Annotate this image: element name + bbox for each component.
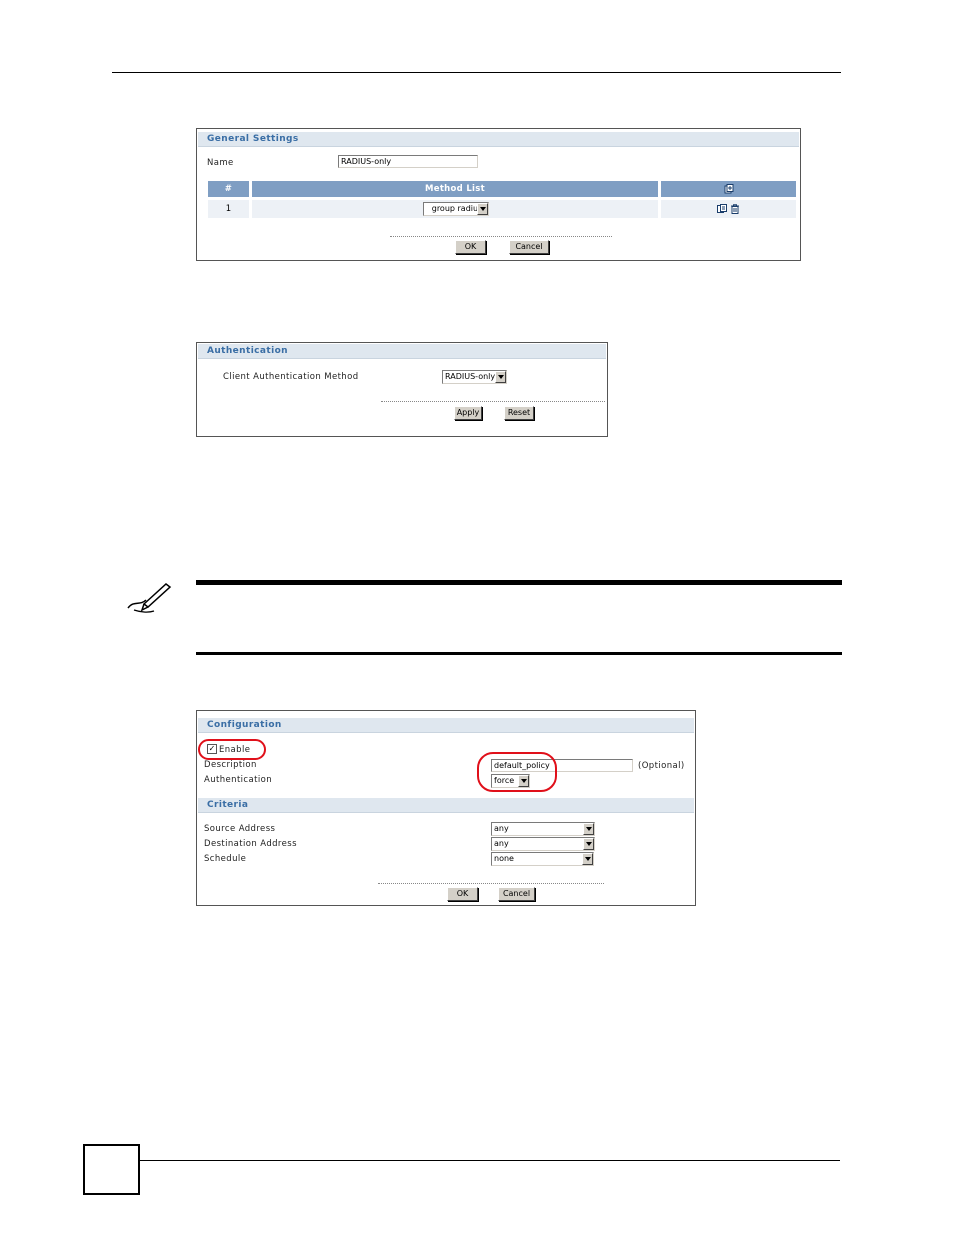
configuration-panel: Configuration ✓ Enable Description defau… [196,710,696,906]
general-settings-panel: General Settings Name RADIUS-only # Meth… [196,128,801,261]
method-select[interactable]: group radius [423,202,489,216]
apply-button[interactable]: Apply [454,406,482,420]
panel-title: Configuration [198,718,694,733]
ok-button[interactable]: OK [455,240,486,254]
authentication-label: Authentication [204,775,272,785]
cancel-button[interactable]: Cancel [509,240,549,254]
client-authentication-method-label: Client Authentication Method [223,372,359,382]
description-authentication-highlight [477,752,557,792]
reset-button[interactable]: Reset [504,406,534,420]
separator [390,236,612,237]
source-address-select[interactable]: any [491,822,595,836]
chevron-down-icon [582,853,593,865]
chevron-down-icon [583,823,594,835]
destination-address-value: any [494,839,509,848]
panel-title: Authentication [198,344,606,359]
schedule-value: none [494,854,514,863]
pen-note-icon [127,583,172,613]
method-select-value: group radius [431,204,483,213]
separator [378,883,604,884]
edit-icon[interactable] [717,203,728,214]
row-method-cell: group radius [252,200,658,218]
column-header-actions [661,181,796,197]
footer-rule [140,1160,840,1161]
destination-address-select[interactable]: any [491,837,595,851]
chevron-down-icon [477,203,488,215]
optional-label: (Optional) [638,761,685,771]
enable-highlight [198,739,266,760]
row-index: 1 [208,200,249,218]
name-field[interactable]: RADIUS-only [338,155,478,168]
client-authentication-method-value: RADIUS-only [445,372,496,381]
schedule-label: Schedule [204,854,247,864]
client-authentication-method-select[interactable]: RADIUS-only [442,370,507,384]
criteria-title: Criteria [198,798,694,813]
source-address-label: Source Address [204,824,276,834]
name-label: Name [207,158,234,168]
column-header-method-list: Method List [252,181,658,197]
page-number-box [83,1144,140,1195]
panel-title: General Settings [198,132,799,147]
authentication-panel: Authentication Client Authentication Met… [196,342,608,437]
separator [381,401,605,402]
top-rule [112,72,841,73]
source-address-value: any [494,824,509,833]
add-icon[interactable] [724,184,734,194]
chevron-down-icon [583,838,594,850]
trash-icon[interactable] [730,203,740,214]
column-header-index: # [208,181,249,197]
destination-address-label: Destination Address [204,839,297,849]
chevron-down-icon [495,371,506,383]
row-actions-cell [661,200,796,218]
note-top-rule [196,580,842,585]
note-bottom-rule [196,652,842,655]
schedule-select[interactable]: none [491,852,594,866]
ok-button[interactable]: OK [447,887,478,901]
description-label: Description [204,760,257,770]
cancel-button[interactable]: Cancel [498,887,535,901]
